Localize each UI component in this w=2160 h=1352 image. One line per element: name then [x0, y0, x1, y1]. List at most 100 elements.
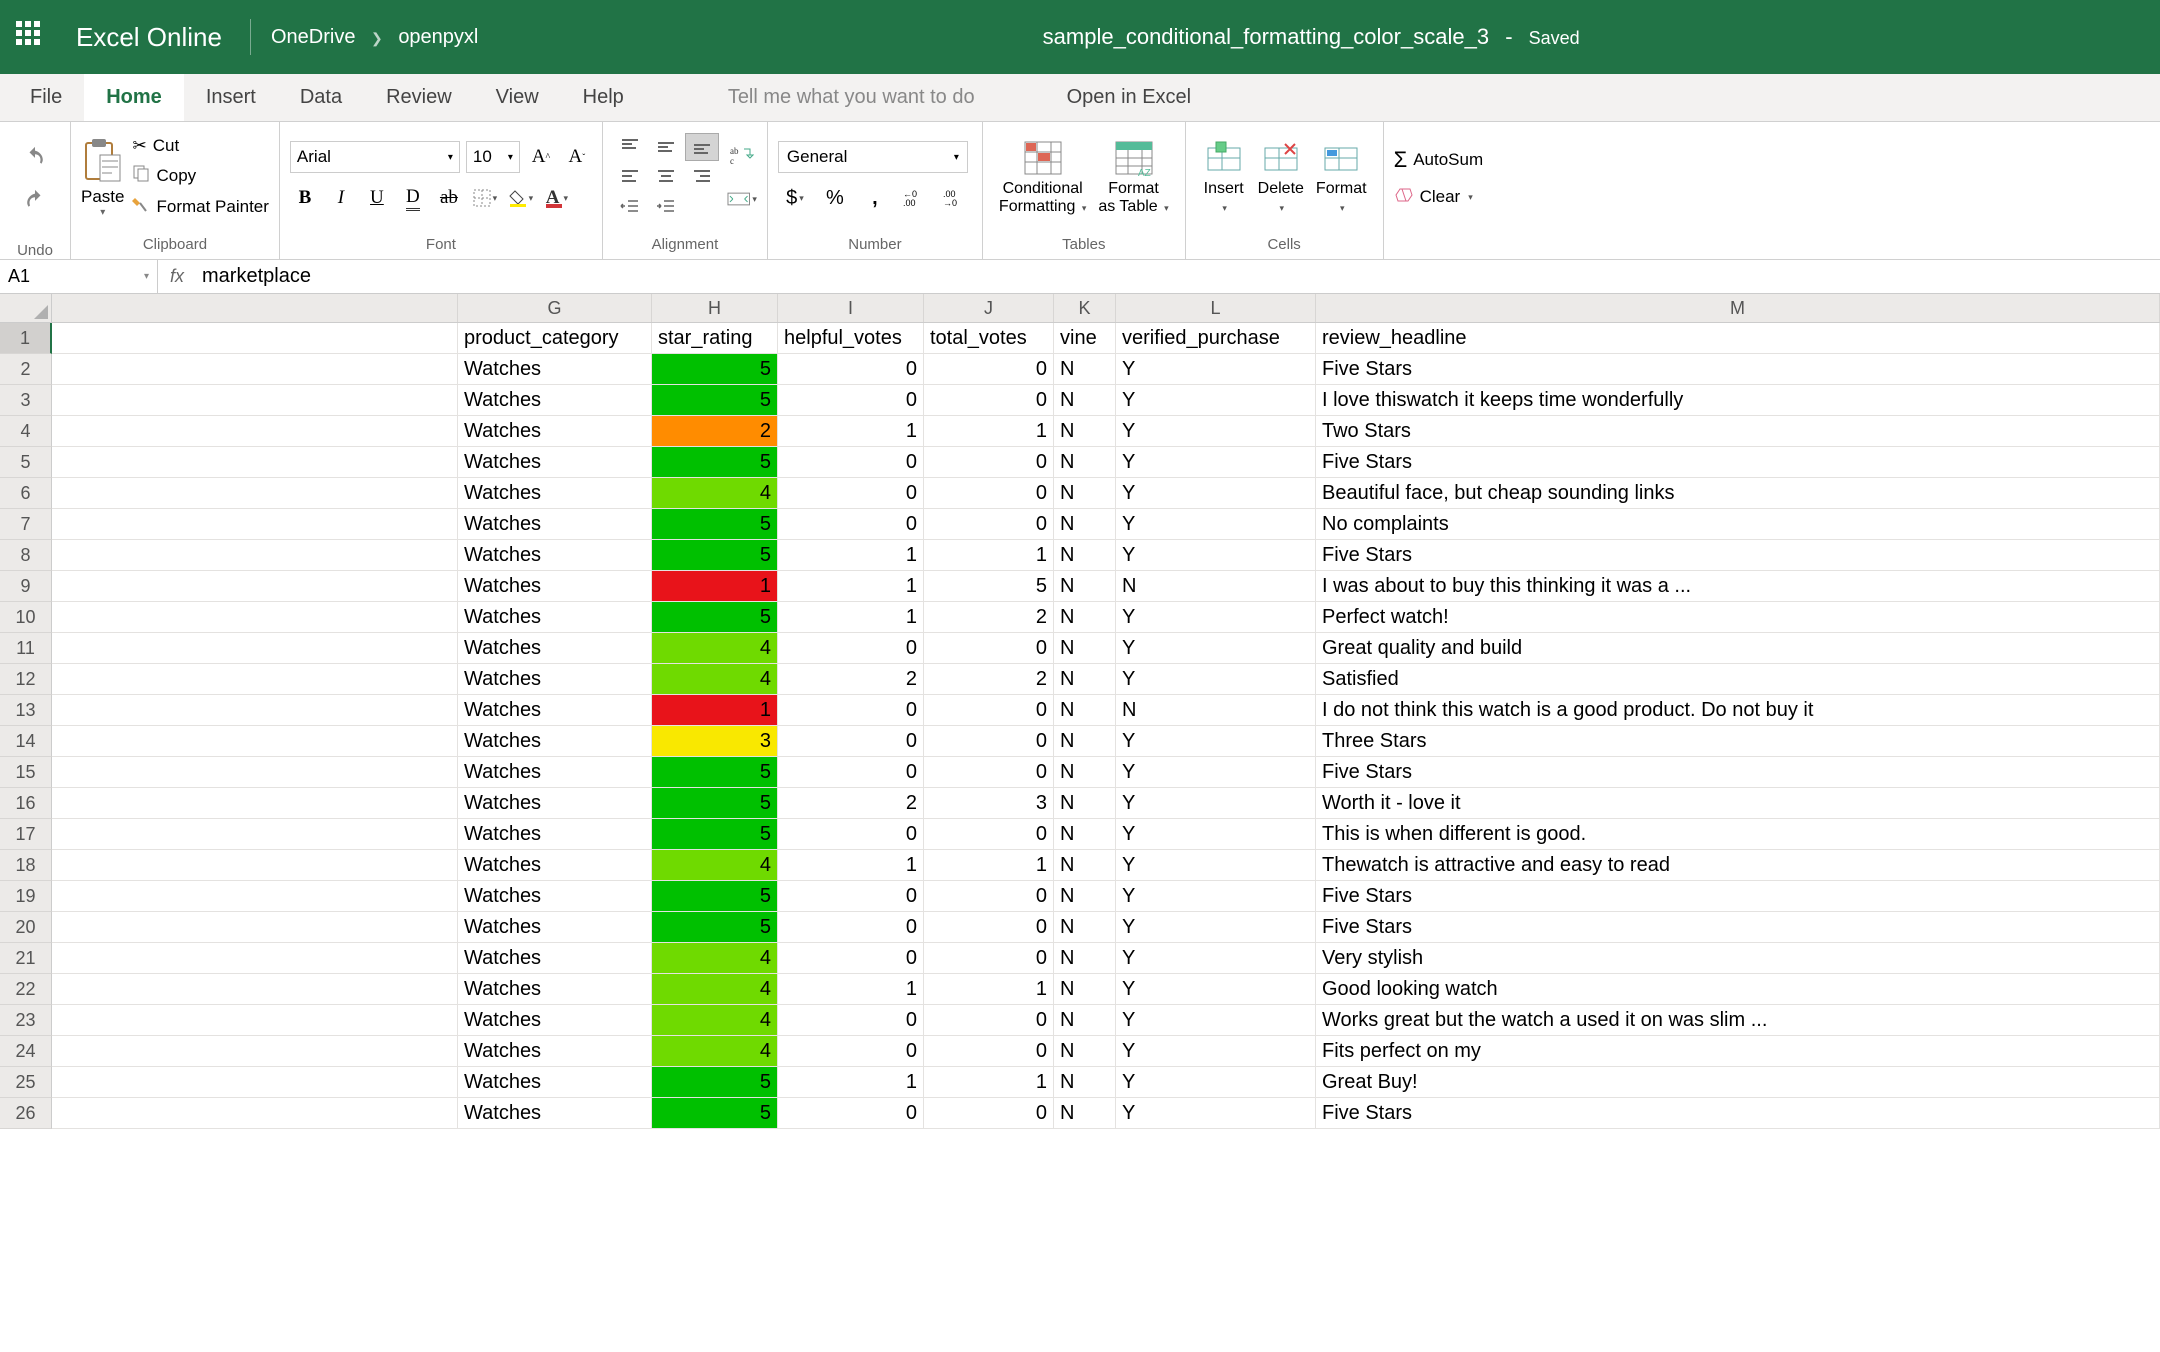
row-header[interactable]: 15	[0, 757, 52, 788]
cell[interactable]: N	[1054, 385, 1116, 416]
double-underline-button[interactable]: D	[398, 183, 428, 213]
underline-button[interactable]: U	[362, 183, 392, 213]
row-header[interactable]: 8	[0, 540, 52, 571]
paste-button[interactable]: Paste ▾	[81, 137, 124, 218]
cell[interactable]: Watches	[458, 1067, 652, 1098]
cell[interactable]: 0	[924, 354, 1054, 385]
cell[interactable]: Five Stars	[1316, 757, 2160, 788]
cell[interactable]: N	[1054, 726, 1116, 757]
cell[interactable]: 4	[652, 664, 778, 695]
cell[interactable]: Y	[1116, 943, 1316, 974]
cell[interactable]: 0	[778, 1005, 924, 1036]
cell[interactable]: Watches	[458, 1036, 652, 1067]
row-header[interactable]: 17	[0, 819, 52, 850]
align-left-button[interactable]	[613, 163, 647, 191]
cell[interactable]	[52, 974, 458, 1005]
cell[interactable]: Watches	[458, 943, 652, 974]
cell[interactable]: No complaints	[1316, 509, 2160, 540]
row-header[interactable]: 20	[0, 912, 52, 943]
cell[interactable]: N	[1054, 943, 1116, 974]
align-middle-button[interactable]	[649, 133, 683, 161]
cell[interactable]: Watches	[458, 695, 652, 726]
format-cells-button[interactable]: Format▾	[1310, 138, 1373, 217]
autosum-button[interactable]: ΣAutoSum	[1394, 147, 1484, 173]
cell[interactable]: 5	[652, 447, 778, 478]
cell[interactable]: Watches	[458, 633, 652, 664]
cell[interactable]: 4	[652, 1005, 778, 1036]
cell[interactable]: Watches	[458, 540, 652, 571]
cell[interactable]: 0	[924, 819, 1054, 850]
cell[interactable]: 1	[924, 1067, 1054, 1098]
open-in-excel-button[interactable]: Open in Excel	[1045, 74, 1214, 121]
cell[interactable]	[52, 602, 458, 633]
format-painter-button[interactable]: Format Painter	[132, 195, 268, 218]
breadcrumb-root[interactable]: OneDrive	[271, 26, 355, 48]
cell[interactable]: Fits perfect on my	[1316, 1036, 2160, 1067]
cell[interactable]: Y	[1116, 602, 1316, 633]
cell[interactable]: 2	[924, 602, 1054, 633]
cell[interactable]: 0	[778, 354, 924, 385]
number-format-select[interactable]: General▾	[778, 141, 968, 173]
cell[interactable]: 1	[778, 540, 924, 571]
cell[interactable]: Watches	[458, 354, 652, 385]
cell[interactable]: 0	[924, 912, 1054, 943]
cell[interactable]: Watches	[458, 447, 652, 478]
cell[interactable]	[52, 1098, 458, 1129]
tab-view[interactable]: View	[474, 74, 561, 121]
cell[interactable]: Two Stars	[1316, 416, 2160, 447]
cell[interactable]: 0	[778, 478, 924, 509]
cell[interactable]: N	[1054, 1067, 1116, 1098]
cell[interactable]	[52, 540, 458, 571]
cell[interactable]: Very stylish	[1316, 943, 2160, 974]
cell[interactable]: N	[1054, 509, 1116, 540]
cell[interactable]: Y	[1116, 819, 1316, 850]
currency-button[interactable]: $▾	[778, 183, 812, 213]
cell[interactable]: 0	[924, 509, 1054, 540]
cell[interactable]: Y	[1116, 540, 1316, 571]
cell[interactable]: Y	[1116, 447, 1316, 478]
cell[interactable]	[52, 633, 458, 664]
cell[interactable]: star_rating	[652, 323, 778, 354]
cell[interactable]: Y	[1116, 1005, 1316, 1036]
cell[interactable]: Five Stars	[1316, 540, 2160, 571]
italic-button[interactable]: I	[326, 183, 356, 213]
increase-indent-button[interactable]	[649, 193, 683, 221]
row-header[interactable]: 14	[0, 726, 52, 757]
cell[interactable]: 5	[652, 1067, 778, 1098]
cell[interactable]: Watches	[458, 819, 652, 850]
cell[interactable]: 4	[652, 478, 778, 509]
cell[interactable]	[52, 478, 458, 509]
font-color-button[interactable]: A▾	[542, 183, 572, 213]
clear-button[interactable]: Clear▾	[1394, 187, 1484, 208]
cell[interactable]: 0	[778, 726, 924, 757]
cell[interactable]	[52, 1005, 458, 1036]
merge-center-button[interactable]: ▾	[727, 184, 757, 214]
cell[interactable]: Five Stars	[1316, 912, 2160, 943]
cell[interactable]: Watches	[458, 726, 652, 757]
cell[interactable]: N	[1116, 571, 1316, 602]
cell[interactable]: 3	[924, 788, 1054, 819]
cell[interactable]: 0	[778, 633, 924, 664]
row-header[interactable]: 10	[0, 602, 52, 633]
cell[interactable]: I was about to buy this thinking it was …	[1316, 571, 2160, 602]
cell[interactable]: Y	[1116, 416, 1316, 447]
col-header-j[interactable]: J	[924, 294, 1054, 322]
breadcrumb-folder[interactable]: openpyxl	[398, 26, 478, 48]
cell[interactable]: Watches	[458, 385, 652, 416]
cell[interactable]: Watches	[458, 881, 652, 912]
cell[interactable]: Y	[1116, 1067, 1316, 1098]
row-header[interactable]: 26	[0, 1098, 52, 1129]
cell[interactable]: Watches	[458, 788, 652, 819]
cell[interactable]	[52, 571, 458, 602]
row-header[interactable]: 5	[0, 447, 52, 478]
breadcrumb[interactable]: OneDrive ❯ openpyxl	[271, 26, 478, 49]
delete-cells-button[interactable]: Delete▾	[1252, 138, 1310, 217]
cell[interactable]: I love thiswatch it keeps time wonderful…	[1316, 385, 2160, 416]
shrink-font-button[interactable]: Aˇ	[562, 142, 592, 172]
cell[interactable]: N	[1054, 974, 1116, 1005]
cell[interactable]: Watches	[458, 850, 652, 881]
wrap-text-button[interactable]: abc	[727, 140, 757, 170]
cell[interactable]: 4	[652, 633, 778, 664]
tab-data[interactable]: Data	[278, 74, 364, 121]
decrease-indent-button[interactable]	[613, 193, 647, 221]
